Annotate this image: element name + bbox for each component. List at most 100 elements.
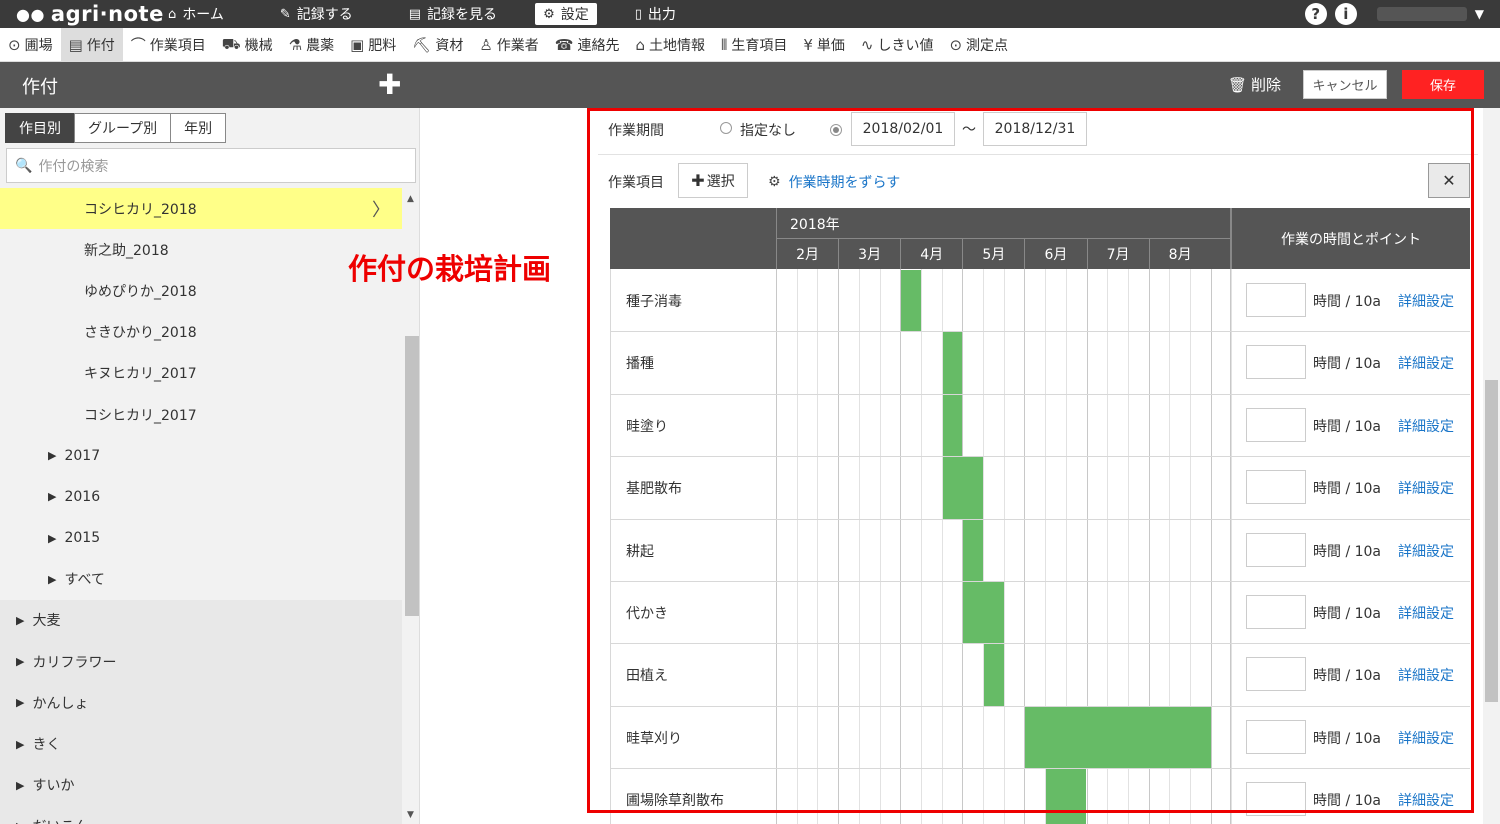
schedule-bar[interactable] — [942, 332, 963, 394]
subnav-item-5[interactable]: ▣ 肥料 — [342, 28, 404, 62]
schedule-bar[interactable] — [942, 394, 963, 457]
save-button[interactable]: 保存 — [1402, 70, 1484, 99]
sidebar-tab-1[interactable]: グループ別 — [74, 113, 172, 143]
hours-input[interactable] — [1246, 532, 1306, 567]
list-item[interactable]: ▶ かんしょ — [0, 682, 402, 724]
shift-schedule-link[interactable]: ⚙ 作業時期をずらす — [768, 172, 900, 192]
user-menu[interactable] — [1376, 7, 1467, 21]
subnav-item-12[interactable]: ∿ しきい値 — [853, 28, 942, 62]
subnav-item-0[interactable]: ⊙ 圃場 — [0, 28, 61, 62]
search-input[interactable]: 🔍 作付の検索 — [6, 148, 416, 183]
list-item[interactable]: さきひかり_2018 — [0, 312, 402, 353]
sidebar-scroll-thumb[interactable] — [405, 336, 419, 616]
expand-triangle-icon[interactable]: ▶ — [16, 614, 24, 627]
top-nav-item-3[interactable]: ⚙ 設定 — [535, 3, 597, 25]
cancel-button[interactable]: キャンセル — [1303, 70, 1387, 99]
expand-triangle-icon[interactable]: ▶ — [16, 779, 24, 792]
expand-triangle-icon[interactable]: ▶ — [16, 655, 24, 668]
subnav-item-1[interactable]: ▤ 作付 — [60, 27, 123, 62]
close-button[interactable]: ✕ — [1428, 163, 1470, 198]
scroll-down-icon[interactable]: ▼ — [407, 810, 414, 820]
list-item[interactable]: ▶ きく — [0, 723, 402, 765]
subnav-item-13[interactable]: ⊙ 測定点 — [941, 28, 1016, 62]
schedule-bar[interactable] — [942, 457, 983, 519]
scroll-up-icon[interactable]: ▲ — [407, 194, 414, 204]
chevron-down-icon[interactable]: ▼ — [1475, 7, 1484, 21]
row-divider — [610, 393, 1470, 395]
detail-settings-link[interactable]: 詳細設定 — [1398, 603, 1454, 623]
detail-settings-link[interactable]: 詳細設定 — [1398, 541, 1454, 561]
schedule-bar[interactable] — [963, 582, 1004, 644]
hours-input[interactable] — [1246, 719, 1306, 754]
page-scroll-thumb[interactable] — [1485, 380, 1498, 702]
schedule-bar[interactable] — [984, 644, 1004, 706]
radio-no-period[interactable] — [720, 122, 732, 134]
subnav-item-4[interactable]: ⚗ 農薬 — [281, 28, 342, 62]
expand-triangle-icon[interactable]: ▶ — [48, 573, 56, 586]
hours-input[interactable] — [1246, 595, 1306, 629]
detail-settings-link[interactable]: 詳細設定 — [1398, 478, 1454, 498]
list-item[interactable]: ▶ 2017 — [0, 435, 402, 476]
subnav-item-9[interactable]: ⌂ 土地情報 — [627, 28, 713, 62]
detail-settings-link[interactable]: 詳細設定 — [1398, 291, 1454, 311]
list-item[interactable]: ▶ カリフラワー — [0, 641, 402, 683]
list-item[interactable]: ▶ すいか — [0, 764, 402, 806]
select-work-items-button[interactable]: ✚ 選択 — [678, 163, 748, 198]
list-item[interactable]: ▶ 大麦 — [0, 599, 402, 642]
subnav-item-2[interactable]: ⌒ 作業項目 — [123, 28, 214, 62]
list-item[interactable]: コシヒカリ_2017 — [0, 394, 402, 435]
start-date-input[interactable]: 2018/02/01 — [851, 112, 955, 146]
grid-line — [879, 269, 881, 824]
hours-input[interactable] — [1246, 657, 1306, 692]
hours-input[interactable] — [1246, 345, 1306, 380]
subnav-item-3[interactable]: ⛟ 機械 — [214, 28, 281, 62]
list-item[interactable]: 新之助_2018 — [0, 229, 402, 270]
help-icon[interactable]: ? — [1304, 3, 1327, 25]
top-nav-item-2[interactable]: ▤ 記録を見る — [401, 3, 505, 25]
expand-triangle-icon[interactable]: ▶ — [48, 490, 56, 503]
detail-settings-link[interactable]: 詳細設定 — [1398, 353, 1454, 373]
app-logo[interactable]: ●● agri·note — [0, 2, 163, 26]
list-item[interactable]: キヌヒカリ_2017 — [0, 353, 402, 394]
schedule-bar[interactable] — [1046, 769, 1087, 824]
hours-input[interactable] — [1246, 470, 1306, 505]
subnav-item-7[interactable]: ♙ 作業者 — [471, 28, 546, 62]
expand-triangle-icon[interactable]: ▶ — [48, 532, 56, 545]
hours-input[interactable] — [1246, 407, 1306, 442]
detail-settings-link[interactable]: 詳細設定 — [1398, 665, 1454, 685]
page-scrollbar[interactable] — [1483, 108, 1500, 824]
list-item[interactable]: ゆめぴりか_2018 — [0, 270, 402, 311]
list-item[interactable]: ▶ 2015 — [0, 518, 402, 559]
top-nav-item-4[interactable]: ▯ 出力 — [627, 3, 684, 25]
schedule-bar[interactable] — [901, 270, 921, 332]
expand-triangle-icon[interactable]: ▶ — [16, 696, 24, 709]
detail-settings-link[interactable]: 詳細設定 — [1398, 790, 1454, 810]
list-item[interactable]: コシヒカリ_2018 〉 — [0, 188, 402, 230]
hours-input[interactable] — [1246, 283, 1306, 317]
end-date-input[interactable]: 2018/12/31 — [983, 112, 1087, 146]
list-item[interactable]: ▶ だいこん — [0, 805, 402, 824]
expand-triangle-icon[interactable]: ▶ — [48, 449, 56, 462]
expand-triangle-icon[interactable]: ▶ — [16, 738, 24, 751]
sidebar-tab-2[interactable]: 年別 — [170, 113, 227, 143]
delete-button[interactable]: 🗑 削除 — [1228, 74, 1281, 95]
top-nav-item-0[interactable]: ⌂ ホーム — [160, 3, 232, 25]
add-crop-button[interactable]: ✚ — [378, 68, 401, 101]
list-item[interactable]: ▶ 2016 — [0, 476, 402, 517]
list-item[interactable]: ▶ すべて — [0, 559, 402, 600]
schedule-bar[interactable] — [1025, 706, 1211, 769]
top-nav-item-1[interactable]: ✎ 記録する — [272, 3, 361, 25]
npk-icon: ▣ — [350, 35, 365, 54]
detail-settings-link[interactable]: 詳細設定 — [1398, 416, 1454, 436]
sidebar-tab-0[interactable]: 作目別 — [5, 113, 75, 143]
detail-settings-link[interactable]: 詳細設定 — [1398, 728, 1454, 748]
hours-input[interactable] — [1246, 782, 1306, 817]
subnav-item-11[interactable]: ¥ 単価 — [795, 28, 853, 62]
subnav-item-8[interactable]: ☎ 連絡先 — [547, 28, 628, 62]
radio-period-range[interactable] — [830, 124, 842, 136]
schedule-bar[interactable] — [963, 519, 983, 581]
info-icon[interactable]: i — [1334, 3, 1357, 25]
subnav-item-6[interactable]: ⛏ 資材 — [404, 28, 471, 62]
subnav-item-10[interactable]: ⫴ 生育項目 — [713, 28, 795, 62]
expand-triangle-icon[interactable]: ▶ — [16, 820, 24, 824]
